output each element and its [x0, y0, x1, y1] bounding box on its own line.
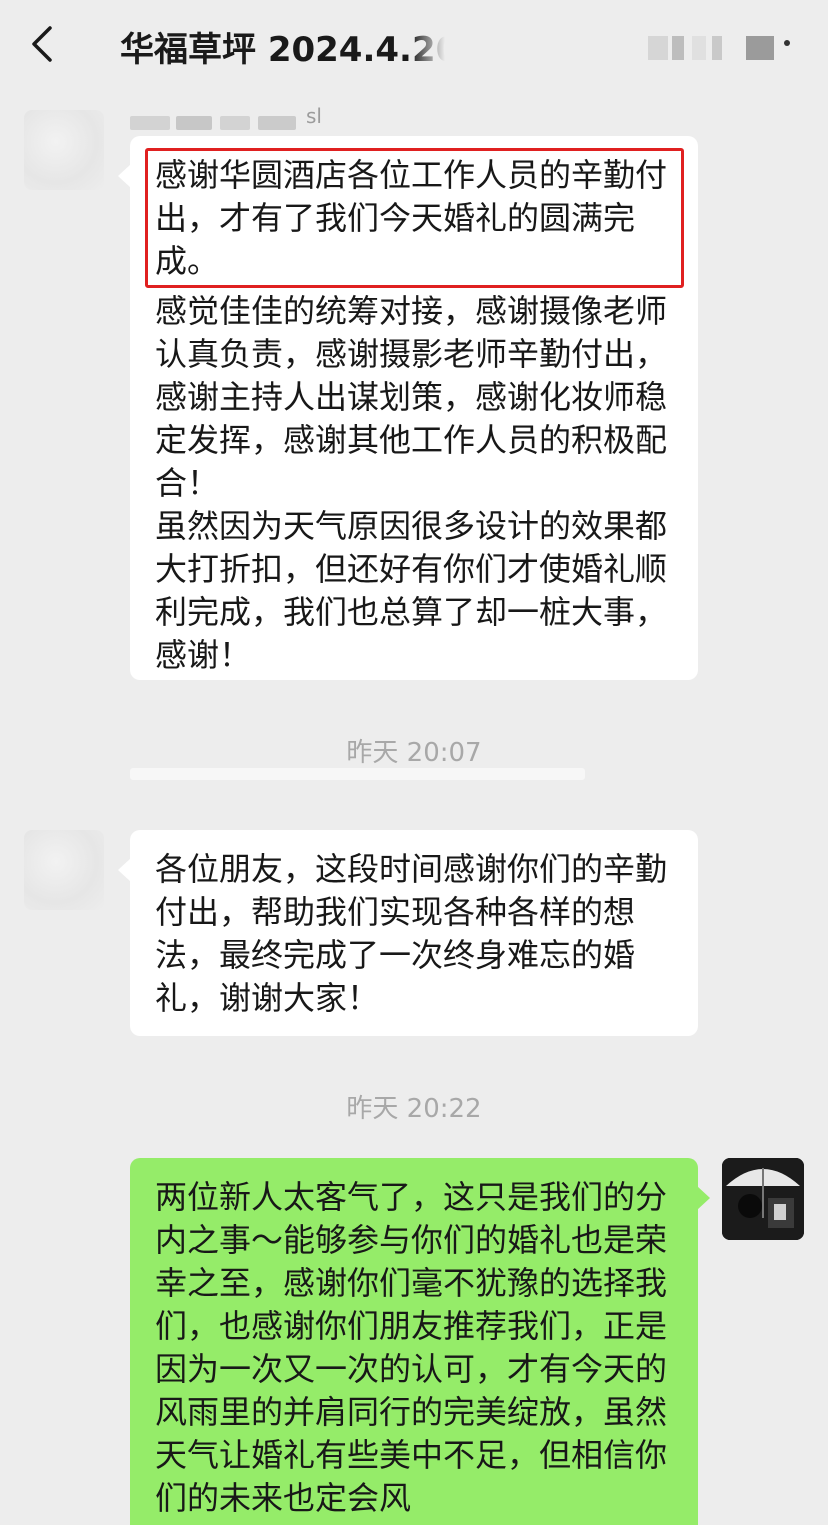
avatar[interactable]	[24, 830, 104, 910]
chat-header: 华福草坪 2024.4.20	[0, 0, 828, 88]
timestamp: 昨天 20:07	[346, 738, 482, 768]
timestamp: 昨天 20:22	[346, 1094, 482, 1124]
more-icon[interactable]	[784, 40, 790, 46]
chevron-left-icon	[32, 26, 52, 62]
highlighted-text: 感谢华圆酒店各位工作人员的辛勤付出，才有了我们今天婚礼的圆满完成。	[145, 148, 684, 288]
message-text: 感觉佳佳的统筹对接，感谢摄像老师认真负责，感谢摄影老师辛勤付出，感谢主持人出谋划…	[155, 292, 668, 674]
avatar[interactable]	[24, 110, 104, 190]
sender-name-obscured	[130, 104, 320, 132]
message-bubble-incoming[interactable]: 感谢华圆酒店各位工作人员的辛勤付出，才有了我们今天婚礼的圆满完成。 感觉佳佳的统…	[118, 136, 698, 680]
message-bubble-incoming[interactable]: 各位朋友，这段时间感谢你们的辛勤付出，帮助我们实现各种各样的想法，最终完成了一次…	[118, 830, 698, 1036]
obscured-line	[130, 768, 585, 780]
title-overflow-fade	[410, 18, 460, 70]
message-text: 两位新人太客气了，这只是我们的分内之事～能够参与你们的婚礼也是荣幸之至，感谢你们…	[155, 1178, 668, 1517]
chat-title: 华福草坪 2024.4.20	[120, 30, 460, 70]
back-button[interactable]	[24, 22, 64, 66]
avatar-self[interactable]	[722, 1158, 804, 1240]
message-text: 各位朋友，这段时间感谢你们的辛勤付出，帮助我们实现各种各样的想法，最终完成了一次…	[155, 850, 668, 1017]
obscured-header-info	[648, 30, 788, 66]
bubble-tail	[697, 1186, 710, 1210]
bubble-tail	[118, 858, 131, 882]
chat-screen: 华福草坪 2024.4.20 sl 感谢华圆酒店各位工作人员的辛勤付出，才有了我…	[0, 0, 828, 1525]
sender-name: sl	[306, 104, 322, 128]
message-bubble-outgoing[interactable]: 两位新人太客气了，这只是我们的分内之事～能够参与你们的婚礼也是荣幸之至，感谢你们…	[130, 1158, 710, 1525]
bubble-tail	[118, 164, 131, 188]
avatar-photo	[722, 1158, 804, 1240]
